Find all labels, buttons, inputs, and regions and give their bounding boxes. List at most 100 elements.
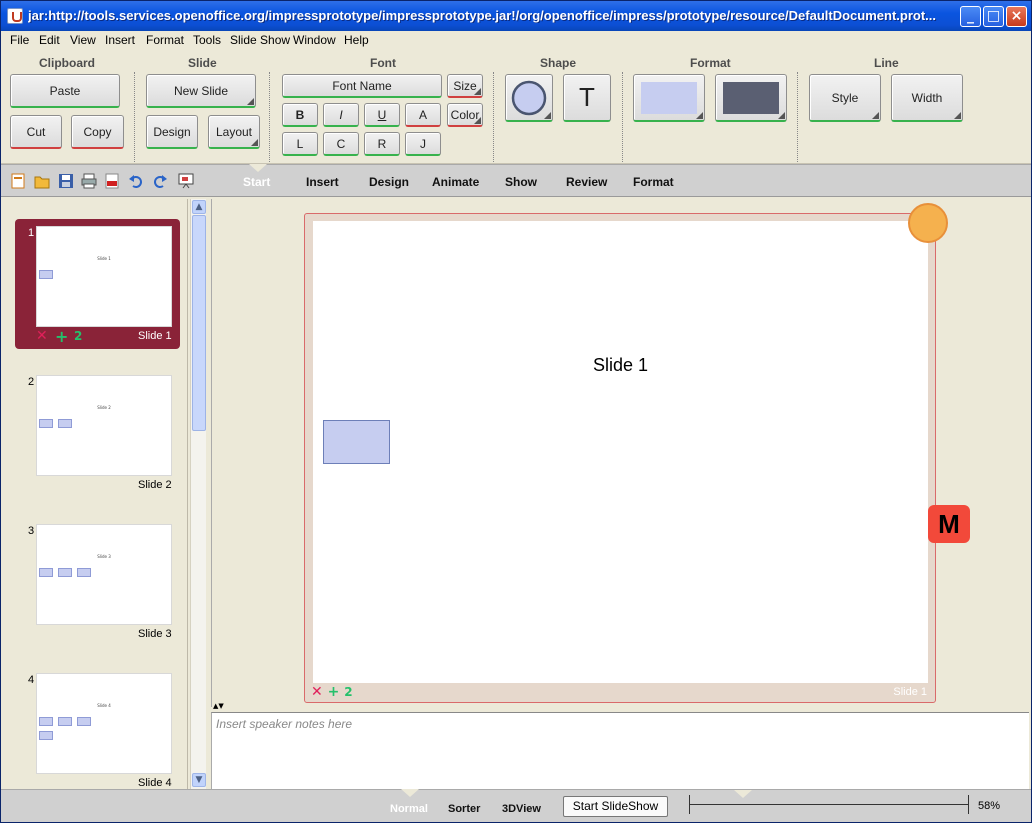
fill-dark-button[interactable] [715, 74, 787, 122]
menu-view[interactable]: View [70, 33, 96, 47]
close-button[interactable]: × [1006, 6, 1027, 27]
copy-button[interactable]: Copy [71, 115, 124, 149]
slide-preview-shape [58, 717, 72, 726]
close-icon: × [1010, 8, 1023, 24]
tab-strip: Start Insert Design Animate Show Review … [1, 164, 1031, 197]
tab-design[interactable]: Design [369, 175, 409, 189]
tab-insert[interactable]: Insert [306, 175, 339, 189]
slide-number: 1 [28, 227, 35, 239]
undo-icon[interactable] [128, 173, 144, 189]
ribbon-divider [797, 72, 798, 162]
open-folder-icon[interactable] [34, 173, 50, 189]
slide-panel-scrollbar[interactable]: ▲ ▼ [190, 199, 206, 789]
menu-slide-show[interactable]: Slide Show [230, 33, 290, 47]
menu-tools[interactable]: Tools [193, 33, 221, 47]
scroll-down-icon[interactable]: ▼ [192, 773, 206, 787]
align-right-button[interactable]: R [364, 132, 400, 156]
paste-button[interactable]: Paste [10, 74, 120, 108]
slide-frame-label: Slide 1 [893, 686, 927, 698]
ribbon-divider [493, 72, 494, 162]
slide-canvas[interactable]: Slide 1 [313, 221, 928, 683]
shape-group-label: Shape [540, 56, 577, 70]
tab-show[interactable]: Show [505, 175, 537, 189]
active-tab-indicator [249, 164, 267, 172]
italic-button[interactable]: I [323, 103, 359, 127]
orange-marker-icon[interactable] [908, 203, 948, 243]
new-slide-button[interactable]: New Slide [146, 74, 256, 108]
slide-count-badge: 2 [344, 685, 353, 699]
clipboard-group-label: Clipboard [39, 56, 95, 70]
view-3d[interactable]: 3DView [502, 803, 541, 815]
ribbon-divider [622, 72, 623, 162]
tab-format[interactable]: Format [633, 175, 674, 189]
design-button[interactable]: Design [146, 115, 198, 149]
slide-preview[interactable]: Slide 2 [36, 375, 172, 476]
slide-preview-shape [77, 568, 91, 577]
font-color-button[interactable]: Color [447, 103, 483, 127]
print-icon[interactable] [81, 173, 97, 189]
maximize-button[interactable]: □ [983, 6, 1004, 27]
line-width-button[interactable]: Width [891, 74, 963, 122]
menu-format[interactable]: Format [146, 33, 184, 47]
slide-rectangle-shape[interactable] [323, 420, 390, 464]
slide-preview[interactable]: Slide 3 [36, 524, 172, 625]
slide-number: 3 [28, 525, 35, 537]
slide-editor: Slide 1 ✕ + 2 Slide 1 M [211, 199, 1029, 707]
new-document-icon[interactable] [10, 173, 26, 189]
view-normal[interactable]: Normal [390, 803, 428, 815]
add-slide-icon[interactable]: + [55, 327, 68, 346]
redo-icon[interactable] [152, 173, 168, 189]
delete-slide-icon[interactable]: ✕ [36, 328, 48, 344]
underline-button[interactable]: U [364, 103, 400, 127]
window-title: jar:http://tools.services.openoffice.org… [28, 8, 936, 23]
active-view-indicator [401, 789, 419, 797]
line-style-button[interactable]: Style [809, 74, 881, 122]
delete-slide-icon[interactable]: ✕ [311, 684, 323, 700]
menu-edit[interactable]: Edit [39, 33, 60, 47]
slide-number: 2 [28, 376, 35, 388]
menu-help[interactable]: Help [344, 33, 369, 47]
speaker-notes-area[interactable]: Insert speaker notes here [211, 712, 1029, 789]
justify-button[interactable]: J [405, 132, 441, 156]
align-left-button[interactable]: L [282, 132, 318, 156]
fill-light-button[interactable] [633, 74, 705, 122]
save-icon[interactable] [58, 173, 74, 189]
zoom-slider-thumb[interactable] [734, 790, 752, 798]
menu-insert[interactable]: Insert [105, 33, 135, 47]
export-pdf-icon[interactable] [104, 173, 120, 189]
align-center-button[interactable]: C [323, 132, 359, 156]
font-size-button[interactable]: Size [447, 74, 483, 98]
maximize-icon: □ [986, 8, 1001, 24]
menu-file[interactable]: File [10, 33, 29, 47]
tab-start[interactable]: Start [243, 175, 270, 189]
slide-preview-title: Slide 4 [97, 703, 111, 708]
scrollbar-thumb[interactable] [192, 215, 206, 431]
ellipse-tool-button[interactable] [505, 74, 553, 122]
cut-button[interactable]: Cut [10, 115, 62, 149]
splitter-arrows-icon[interactable]: ▲▼ [213, 702, 224, 710]
layout-button[interactable]: Layout [208, 115, 260, 149]
slide-preview[interactable]: Slide 1 [36, 226, 172, 327]
scroll-up-icon[interactable]: ▲ [192, 200, 206, 214]
start-slideshow-button[interactable]: Start SlideShow [563, 796, 668, 817]
slide-label: Slide 3 [138, 628, 172, 640]
text-tool-button[interactable]: T [563, 74, 611, 122]
slide-preview-shape [58, 568, 72, 577]
tab-review[interactable]: Review [566, 175, 607, 189]
font-name-button[interactable]: Font Name [282, 74, 442, 98]
slide-title-text[interactable]: Slide 1 [313, 355, 928, 376]
slide-preview-title: Slide 2 [97, 405, 111, 410]
slide-preview[interactable]: Slide 4 [36, 673, 172, 774]
slide-label: Slide 2 [138, 479, 172, 491]
menu-window[interactable]: Window [293, 33, 336, 47]
zoom-slider[interactable] [689, 795, 969, 814]
add-slide-icon[interactable]: + [328, 684, 340, 700]
bold-button[interactable]: B [282, 103, 318, 127]
presentation-icon[interactable] [178, 173, 194, 189]
view-sorter[interactable]: Sorter [448, 803, 480, 815]
minimize-button[interactable]: _ [960, 6, 981, 27]
slide-preview-shape [58, 419, 72, 428]
tab-animate[interactable]: Animate [432, 175, 479, 189]
m-badge-icon[interactable]: M [928, 505, 970, 543]
font-a-button[interactable]: A [405, 103, 441, 127]
